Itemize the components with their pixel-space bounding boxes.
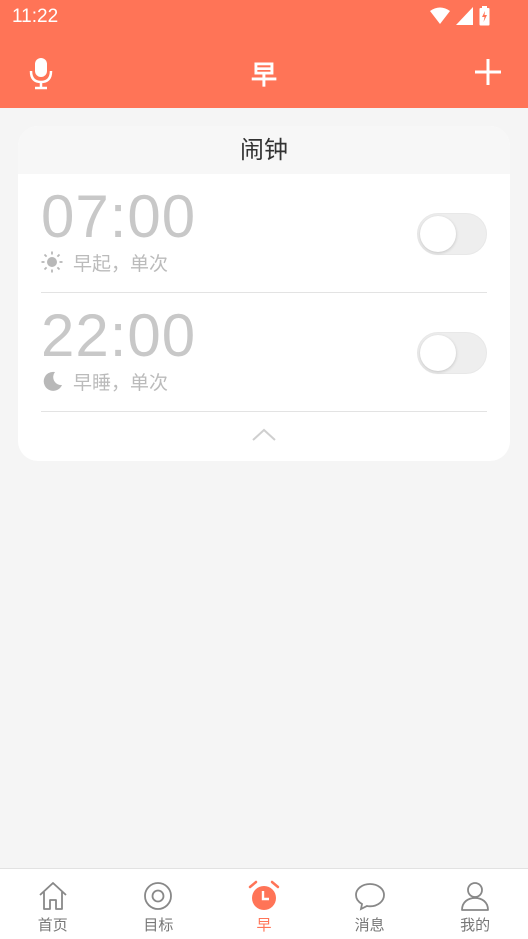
nav-item-messages[interactable]: 消息	[317, 869, 423, 939]
status-time: 11:22	[12, 6, 59, 27]
alarm-label: 早睡，单次	[73, 371, 169, 394]
bottom-nav: 首页 目标 早 消息 我的	[0, 868, 528, 939]
alarm-label: 早起，单次	[73, 252, 169, 275]
nav-label: 消息	[354, 916, 385, 934]
nav-label: 早	[256, 916, 272, 934]
app-bar: 早	[0, 36, 528, 108]
alarm-subtitle: 早睡，单次	[41, 368, 168, 394]
status-icons	[430, 6, 490, 30]
alarm-subtitle: 早起，单次	[41, 249, 168, 275]
alarm-time: 07:00	[41, 183, 197, 250]
toggle-knob	[420, 335, 456, 371]
signal-icon	[456, 7, 473, 29]
nav-item-profile[interactable]: 我的	[422, 869, 528, 939]
app-header: 11:22 早	[0, 0, 528, 108]
alarm-card: 闹钟 07:00 早起，单次 22:00 早睡，单次	[18, 126, 510, 461]
alarm-toggle[interactable]	[417, 332, 487, 374]
alarm-clock-icon	[248, 880, 280, 910]
home-icon	[39, 882, 67, 910]
person-icon	[461, 882, 490, 911]
nav-item-home[interactable]: 首页	[0, 869, 106, 939]
nav-label: 目标	[143, 916, 174, 934]
wifi-icon	[430, 7, 450, 29]
alarm-row[interactable]: 22:00 早睡，单次	[18, 293, 510, 412]
chat-bubble-icon	[354, 883, 385, 911]
divider	[41, 411, 487, 412]
status-bar: 11:22	[0, 0, 528, 36]
target-icon	[144, 882, 173, 910]
chevron-up-icon[interactable]	[250, 426, 278, 444]
sun-icon	[41, 251, 63, 273]
nav-label: 首页	[37, 916, 68, 934]
alarm-toggle[interactable]	[417, 213, 487, 255]
plus-icon[interactable]	[474, 58, 502, 86]
battery-icon	[479, 6, 490, 30]
alarm-time: 22:00	[41, 302, 197, 369]
alarm-row[interactable]: 07:00 早起，单次	[18, 174, 510, 293]
moon-icon	[43, 371, 62, 391]
nav-item-alarm[interactable]: 早	[211, 869, 317, 939]
nav-item-target[interactable]: 目标	[106, 869, 212, 939]
nav-label: 我的	[460, 916, 491, 934]
page-title: 早	[250, 61, 277, 91]
card-title: 闹钟	[18, 126, 510, 174]
toggle-knob	[420, 216, 456, 252]
